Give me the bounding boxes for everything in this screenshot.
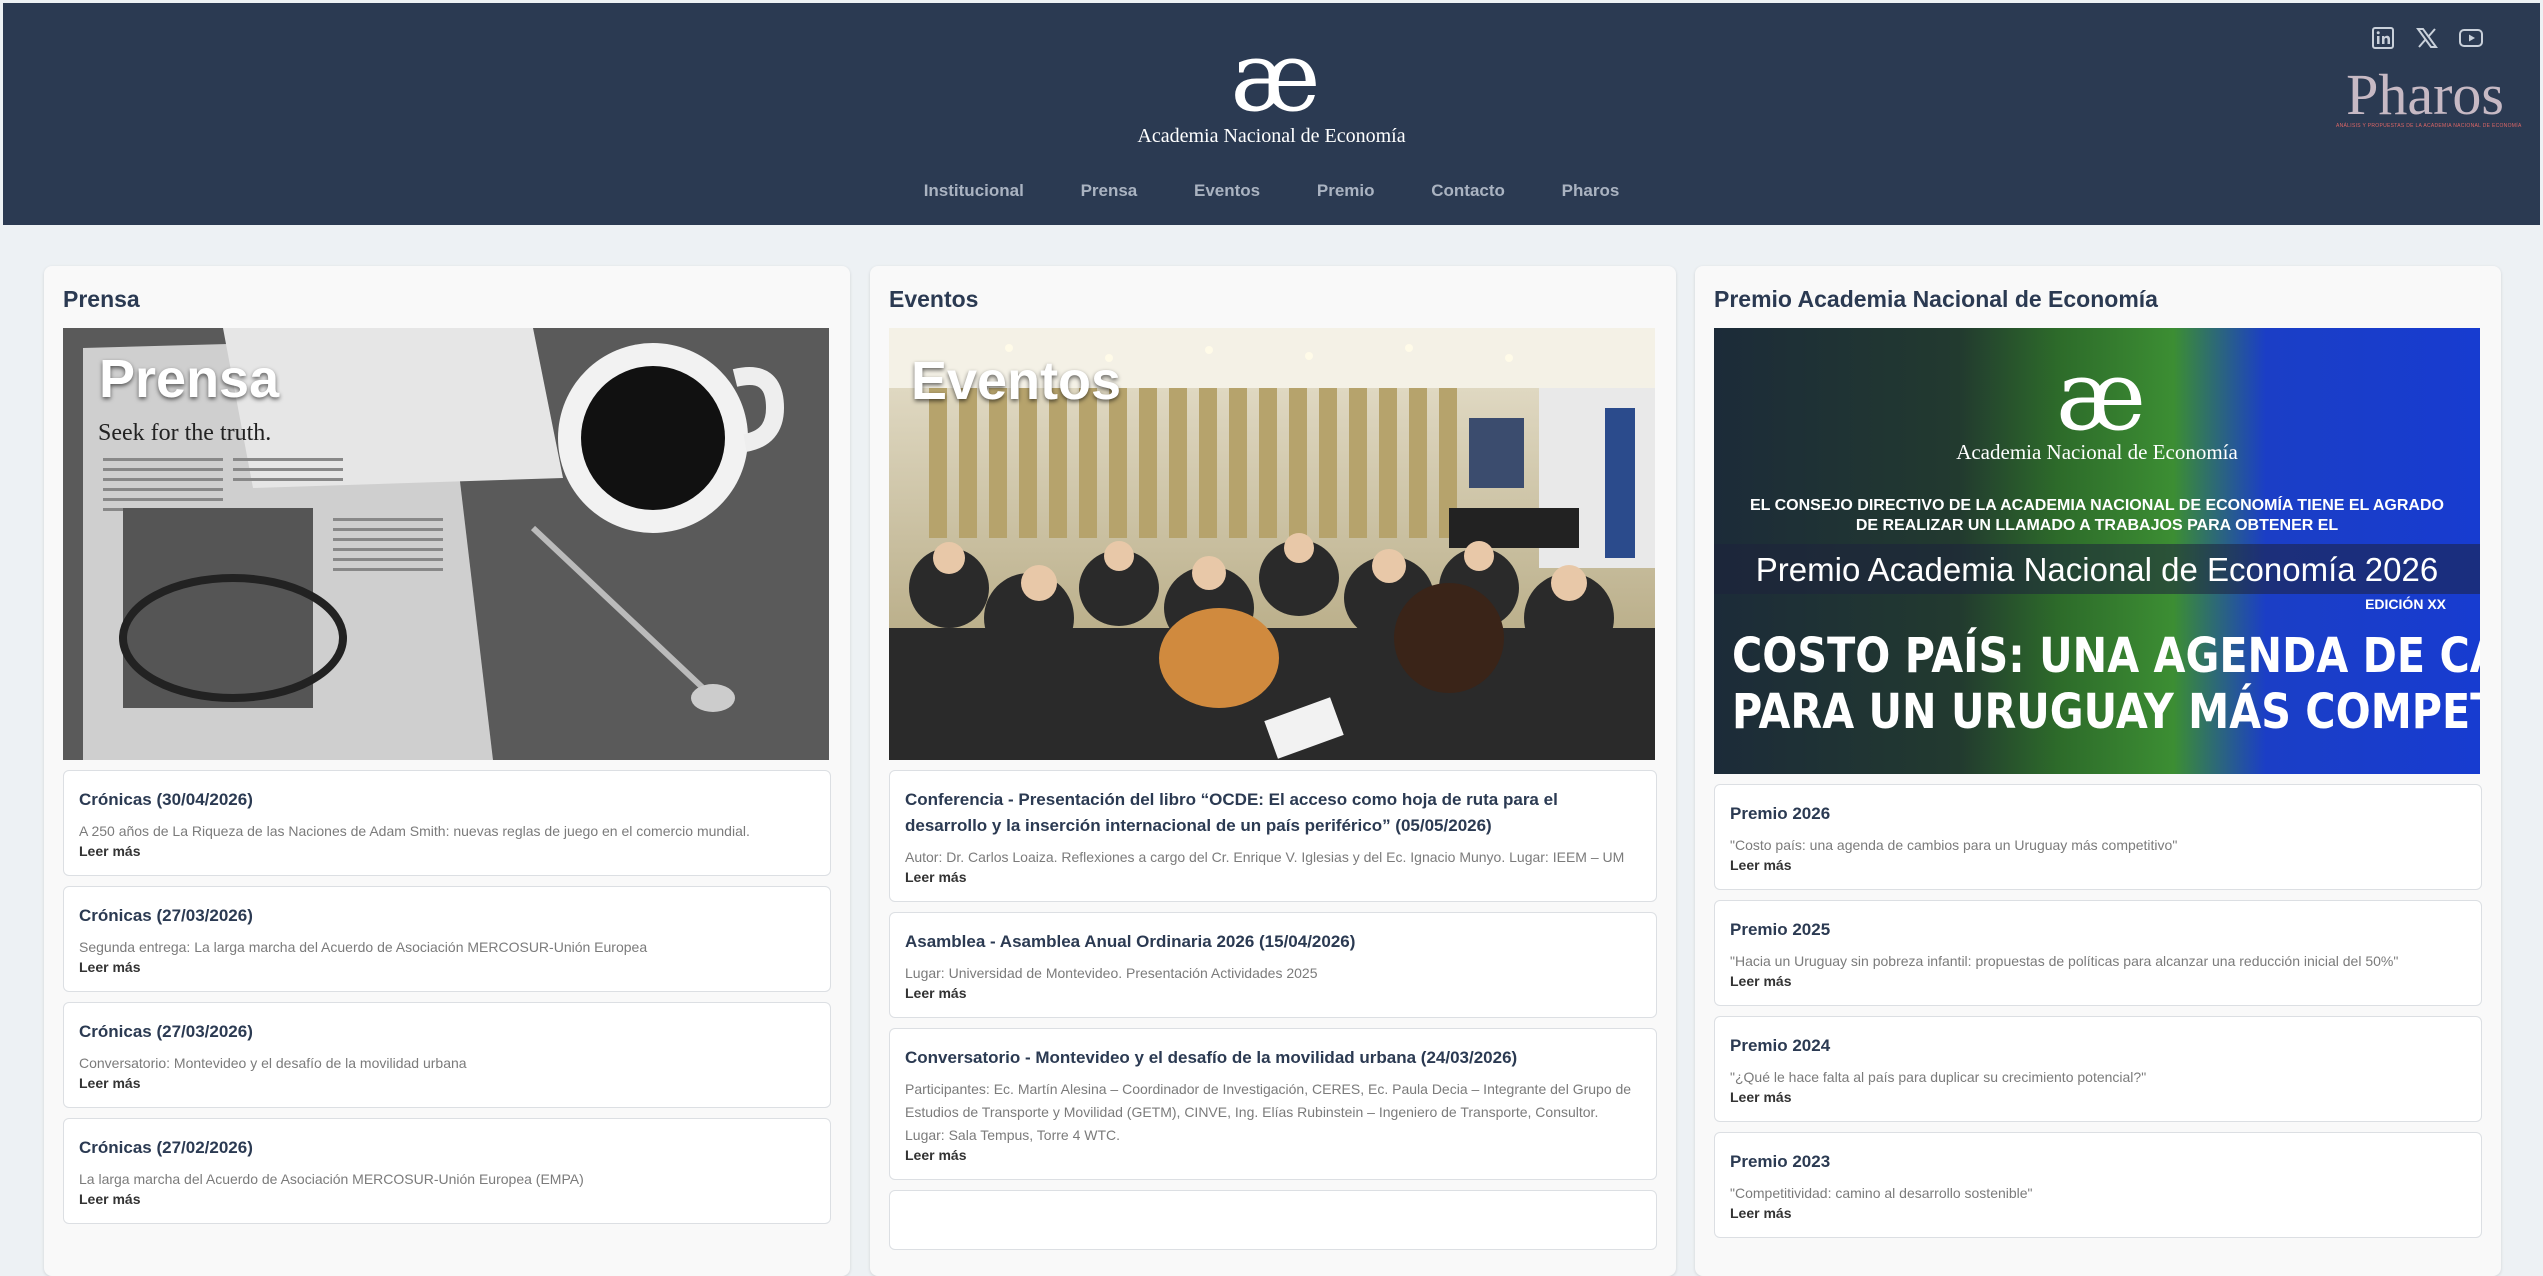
card-title[interactable]: Crónicas (27/03/2026) — [79, 1019, 815, 1045]
list-item[interactable]: Crónicas (27/02/2026) La larga marcha de… — [63, 1118, 831, 1224]
card-description: "¿Qué le hace falta al país para duplica… — [1730, 1069, 2147, 1085]
card-title[interactable]: Premio 2025 — [1730, 917, 2466, 943]
read-more-link[interactable]: Leer más — [79, 843, 140, 859]
card-title[interactable]: Premio 2026 — [1730, 801, 2466, 827]
card-description: Autor: Dr. Carlos Loaiza. Reflexiones a … — [905, 849, 1625, 865]
premio-banner-logo: æ Academia Nacional de Economía — [1714, 340, 2480, 465]
card-description: Conversatorio: Montevideo y el desafío d… — [79, 1055, 467, 1071]
prensa-hero-label: Prensa — [99, 349, 280, 409]
site-logo[interactable]: æ Academia Nacional de Economía — [3, 21, 2540, 148]
premio-slogan: COSTO PAÍS: UNA AGENDA DE CAMBIOS PARA U… — [1732, 628, 2480, 740]
premio-title: Premio Academia Nacional de Economía 202… — [1755, 551, 2439, 588]
social-links — [2370, 25, 2484, 51]
list-item[interactable]: Premio 2025 "Hacia un Uruguay sin pobrez… — [1714, 900, 2482, 1006]
card-title[interactable]: Crónicas (27/02/2026) — [79, 1135, 815, 1161]
list-item[interactable]: Crónicas (27/03/2026) Conversatorio: Mon… — [63, 1002, 831, 1108]
eventos-heading: Eventos — [889, 286, 979, 312]
pharos-wordmark: Pharos — [2346, 62, 2504, 127]
read-more-link[interactable]: Leer más — [1730, 857, 1791, 873]
read-more-link[interactable]: Leer más — [905, 985, 966, 1001]
list-item[interactable]: Asamblea - Asamblea Anual Ordinaria 2026… — [889, 912, 1657, 1018]
card-description: "Competitividad: camino al desarrollo so… — [1730, 1185, 2033, 1201]
card-title[interactable]: Asamblea - Asamblea Anual Ordinaria 2026… — [905, 929, 1641, 955]
nav-prensa[interactable]: Prensa — [1081, 181, 1138, 201]
card-title[interactable]: Crónicas (30/04/2026) — [79, 787, 815, 813]
read-more-link[interactable]: Leer más — [1730, 973, 1791, 989]
premio-column: Premio Academia Nacional de Economía æ A… — [1695, 266, 2501, 1276]
logo-mark: æ — [1230, 21, 1320, 133]
read-more-link[interactable]: Leer más — [79, 1191, 140, 1207]
card-description: Participantes: Ec. Martín Alesina – Coor… — [905, 1081, 1632, 1143]
youtube-icon[interactable] — [2458, 25, 2484, 51]
card-description: Segunda entrega: La larga marcha del Acu… — [79, 939, 648, 955]
list-item[interactable]: Crónicas (30/04/2026) A 250 años de La R… — [63, 770, 831, 876]
prensa-column: Prensa Seek for the truth. Prensa Crónic… — [44, 266, 850, 1276]
premio-intro: EL CONSEJO DIRECTIVO DE LA ACADEMIA NACI… — [1750, 497, 2444, 534]
eventos-hero-image[interactable]: Eventos — [889, 328, 1655, 760]
premio-banner[interactable]: æ Academia Nacional de Economía EL CONSE… — [1714, 328, 2480, 774]
card-description: Lugar: Universidad de Montevideo. Presen… — [905, 965, 1318, 981]
card-description: "Costo país: una agenda de cambios para … — [1730, 837, 2178, 853]
read-more-link[interactable]: Leer más — [1730, 1205, 1791, 1221]
eventos-hero-label: Eventos — [911, 351, 1122, 411]
list-item[interactable]: Conferencia - Presentación del libro “OC… — [889, 770, 1657, 902]
nav-contacto[interactable]: Contacto — [1431, 181, 1505, 201]
linkedin-icon[interactable] — [2370, 25, 2396, 51]
svg-text:Seek for the truth.: Seek for the truth. — [98, 420, 271, 446]
read-more-link[interactable]: Leer más — [79, 959, 140, 975]
card-description: "Hacia un Uruguay sin pobreza infantil: … — [1730, 953, 2399, 969]
x-icon[interactable] — [2414, 25, 2440, 51]
premio-academia-name: Academia Nacional de Economía — [1956, 440, 2238, 464]
premio-slogan-line-1: COSTO PAÍS: UNA AGENDA DE CAMBIOS — [1732, 628, 2480, 684]
logo-name: Academia Nacional de Economía — [1137, 125, 1406, 147]
nav-premio[interactable]: Premio — [1317, 181, 1375, 201]
pharos-tagline: ANÁLISIS Y PROPUESTAS DE LA ACADEMIA NAC… — [2336, 123, 2522, 129]
read-more-link[interactable]: Leer más — [905, 869, 966, 885]
pharos-logo[interactable]: Pharos ANÁLISIS Y PROPUESTAS DE LA ACADE… — [2336, 62, 2522, 130]
card-title[interactable]: Premio 2023 — [1730, 1149, 2466, 1175]
card-title[interactable]: Crónicas (27/03/2026) — [79, 903, 815, 929]
main-nav: Institucional Prensa Eventos Premio Cont… — [3, 181, 2540, 201]
list-item[interactable]: Premio 2023 "Competitividad: camino al d… — [1714, 1132, 2482, 1238]
card-title[interactable]: Premio 2024 — [1730, 1033, 2466, 1059]
list-item[interactable]: Conversatorio - Montevideo y el desafío … — [889, 1028, 1657, 1180]
nav-eventos[interactable]: Eventos — [1194, 181, 1260, 201]
premio-edicion: EDICIÓN XX — [2365, 596, 2446, 612]
prensa-heading: Prensa — [63, 286, 140, 312]
premio-slogan-line-2: PARA UN URUGUAY MÁS COMPETITIVO — [1732, 684, 2480, 740]
list-item[interactable]: Premio 2024 "¿Qué le hace falta al país … — [1714, 1016, 2482, 1122]
site-header: æ Academia Nacional de Economía Instituc… — [3, 3, 2540, 225]
read-more-link[interactable]: Leer más — [905, 1147, 966, 1163]
card-description: A 250 años de La Riqueza de las Naciones… — [79, 823, 750, 839]
read-more-link[interactable]: Leer más — [1730, 1089, 1791, 1105]
list-item[interactable] — [889, 1190, 1657, 1250]
list-item[interactable]: Premio 2026 "Costo país: una agenda de c… — [1714, 784, 2482, 890]
nav-institucional[interactable]: Institucional — [924, 181, 1024, 201]
nav-pharos[interactable]: Pharos — [1562, 181, 1620, 201]
card-title[interactable]: Conferencia - Presentación del libro “OC… — [905, 787, 1641, 839]
premio-logo-mark: æ — [2055, 340, 2146, 452]
read-more-link[interactable]: Leer más — [79, 1075, 140, 1091]
list-item[interactable]: Crónicas (27/03/2026) Segunda entrega: L… — [63, 886, 831, 992]
eventos-column: Eventos Eventos Conferencia - Presentaci… — [870, 266, 1676, 1276]
premio-heading: Premio Academia Nacional de Economía — [1714, 286, 2158, 312]
card-title[interactable]: Conversatorio - Montevideo y el desafío … — [905, 1045, 1641, 1071]
card-description: La larga marcha del Acuerdo de Asociació… — [79, 1171, 584, 1187]
prensa-hero-image[interactable]: Seek for the truth. Prensa — [63, 328, 829, 760]
